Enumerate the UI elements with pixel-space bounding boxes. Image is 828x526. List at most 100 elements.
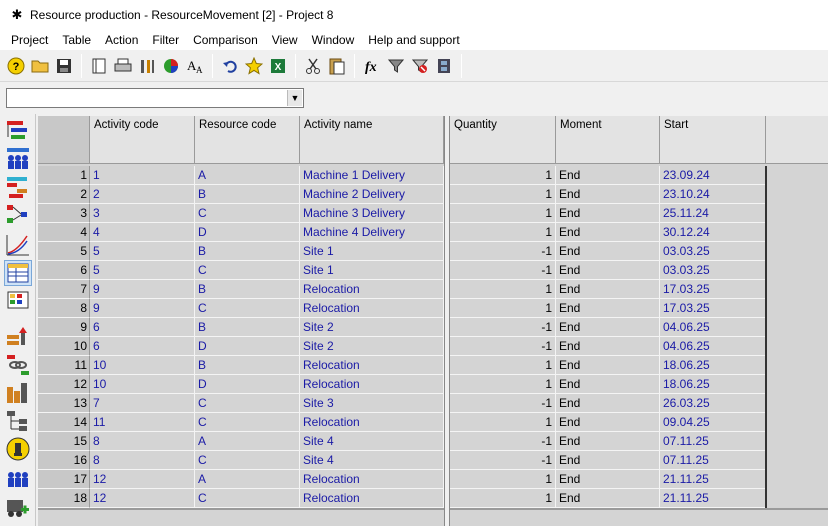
cell-start[interactable]: 21.11.25 <box>660 489 766 508</box>
cell-activity-name[interactable]: Site 4 <box>300 432 444 451</box>
cell-activity-name[interactable]: Relocation <box>300 413 444 432</box>
resources-team-icon[interactable] <box>4 146 32 172</box>
cell-quantity[interactable]: 1 <box>450 280 556 299</box>
table-row[interactable]: 7 9 B Relocation <box>38 280 444 299</box>
menu-view[interactable]: View <box>265 30 305 50</box>
bulb-icon[interactable] <box>4 436 32 462</box>
cell-moment[interactable]: End <box>556 223 660 242</box>
cell-quantity[interactable]: -1 <box>450 242 556 261</box>
table-row[interactable]: -1 End 04.06.25 <box>450 337 828 356</box>
cell-moment[interactable]: End <box>556 489 660 508</box>
table-row[interactable]: 1 End 21.11.25 <box>450 489 828 508</box>
cell-start[interactable]: 23.10.24 <box>660 185 766 204</box>
row-number[interactable]: 1 <box>38 166 90 185</box>
row-number[interactable]: 18 <box>38 489 90 508</box>
cell-quantity[interactable]: -1 <box>450 394 556 413</box>
table-row[interactable]: 1 End 18.06.25 <box>450 356 828 375</box>
cell-quantity[interactable]: 1 <box>450 356 556 375</box>
bar-chart-icon[interactable] <box>4 174 32 200</box>
row-number[interactable]: 7 <box>38 280 90 299</box>
cell-quantity[interactable]: 1 <box>450 489 556 508</box>
histogram-icon[interactable] <box>4 380 32 406</box>
cell-quantity[interactable]: 1 <box>450 299 556 318</box>
cell-resource-code[interactable]: C <box>195 489 300 508</box>
cell-resource-code[interactable]: C <box>195 299 300 318</box>
cell-activity-name[interactable]: Relocation <box>300 470 444 489</box>
cell-start[interactable]: 17.03.25 <box>660 280 766 299</box>
cell-activity-code[interactable]: 9 <box>90 299 195 318</box>
font-size-icon[interactable]: AA <box>184 55 206 77</box>
cell-moment[interactable]: End <box>556 318 660 337</box>
network-diagram-icon[interactable] <box>4 202 32 228</box>
resource-assign-icon[interactable] <box>4 324 32 350</box>
cell-activity-name[interactable]: Machine 4 Delivery <box>300 223 444 242</box>
menu-project[interactable]: Project <box>4 30 55 50</box>
cell-activity-name[interactable]: Relocation <box>300 375 444 394</box>
cell-moment[interactable]: End <box>556 242 660 261</box>
cell-start[interactable]: 03.03.25 <box>660 261 766 280</box>
cell-resource-code[interactable]: C <box>195 394 300 413</box>
table-row[interactable]: 1 End 23.09.24 <box>450 166 828 185</box>
cell-quantity[interactable]: -1 <box>450 318 556 337</box>
link-icon[interactable] <box>4 352 32 378</box>
cell-activity-code[interactable]: 11 <box>90 413 195 432</box>
team-icon[interactable] <box>4 466 32 492</box>
filter-icon[interactable] <box>385 55 407 77</box>
cell-start[interactable]: 26.03.25 <box>660 394 766 413</box>
cell-start[interactable]: 09.04.25 <box>660 413 766 432</box>
cell-activity-code[interactable]: 9 <box>90 280 195 299</box>
menu-window[interactable]: Window <box>305 30 362 50</box>
row-number[interactable]: 13 <box>38 394 90 413</box>
cell-activity-name[interactable]: Site 1 <box>300 242 444 261</box>
cell-quantity[interactable]: 1 <box>450 185 556 204</box>
s-curve-chart-icon[interactable] <box>4 232 32 258</box>
table-row[interactable]: 1 End 09.04.25 <box>450 413 828 432</box>
cell-resource-code[interactable]: D <box>195 375 300 394</box>
table-row[interactable]: 12 10 D Relocation <box>38 375 444 394</box>
row-number[interactable]: 4 <box>38 223 90 242</box>
hierarchy-icon[interactable] <box>4 408 32 434</box>
cell-activity-name[interactable]: Site 3 <box>300 394 444 413</box>
cell-resource-code[interactable]: B <box>195 242 300 261</box>
cell-activity-name[interactable]: Site 2 <box>300 318 444 337</box>
cell-resource-code[interactable]: C <box>195 261 300 280</box>
cell-resource-code[interactable]: B <box>195 356 300 375</box>
table-row[interactable]: -1 End 26.03.25 <box>450 394 828 413</box>
cell-activity-name[interactable]: Site 2 <box>300 337 444 356</box>
row-number[interactable]: 11 <box>38 356 90 375</box>
cell-moment[interactable]: End <box>556 432 660 451</box>
cell-moment[interactable]: End <box>556 204 660 223</box>
table-row[interactable]: 1 End 25.11.24 <box>450 204 828 223</box>
cell-resource-code[interactable]: C <box>195 451 300 470</box>
cell-moment[interactable]: End <box>556 470 660 489</box>
table-row[interactable]: -1 End 07.11.25 <box>450 451 828 470</box>
cell-quantity[interactable]: -1 <box>450 432 556 451</box>
cell-moment[interactable]: End <box>556 356 660 375</box>
paste-icon[interactable] <box>326 55 348 77</box>
table-row[interactable]: 5 5 B Site 1 <box>38 242 444 261</box>
cell-activity-code[interactable]: 3 <box>90 204 195 223</box>
clear-filter-icon[interactable] <box>409 55 431 77</box>
table-row[interactable]: 1 End 30.12.24 <box>450 223 828 242</box>
row-number[interactable]: 15 <box>38 432 90 451</box>
table-row[interactable]: -1 End 03.03.25 <box>450 242 828 261</box>
menu-table[interactable]: Table <box>55 30 98 50</box>
cell-start[interactable]: 04.06.25 <box>660 337 766 356</box>
cell-activity-code[interactable]: 5 <box>90 242 195 261</box>
cell-activity-name[interactable]: Relocation <box>300 356 444 375</box>
cell-moment[interactable]: End <box>556 413 660 432</box>
cell-quantity[interactable]: 1 <box>450 166 556 185</box>
cell-quantity[interactable]: 1 <box>450 413 556 432</box>
row-number[interactable]: 14 <box>38 413 90 432</box>
cell-activity-code[interactable]: 8 <box>90 451 195 470</box>
col-header-quantity[interactable]: Quantity <box>450 116 556 164</box>
cell-resource-code[interactable]: A <box>195 470 300 489</box>
chevron-down-icon[interactable]: ▼ <box>287 90 302 106</box>
excel-icon[interactable]: X <box>267 55 289 77</box>
cell-resource-code[interactable]: B <box>195 280 300 299</box>
row-number[interactable]: 17 <box>38 470 90 489</box>
cell-activity-code[interactable]: 5 <box>90 261 195 280</box>
cell-resource-code[interactable]: B <box>195 185 300 204</box>
table-row[interactable]: 1 End 17.03.25 <box>450 299 828 318</box>
cell-activity-name[interactable]: Site 1 <box>300 261 444 280</box>
